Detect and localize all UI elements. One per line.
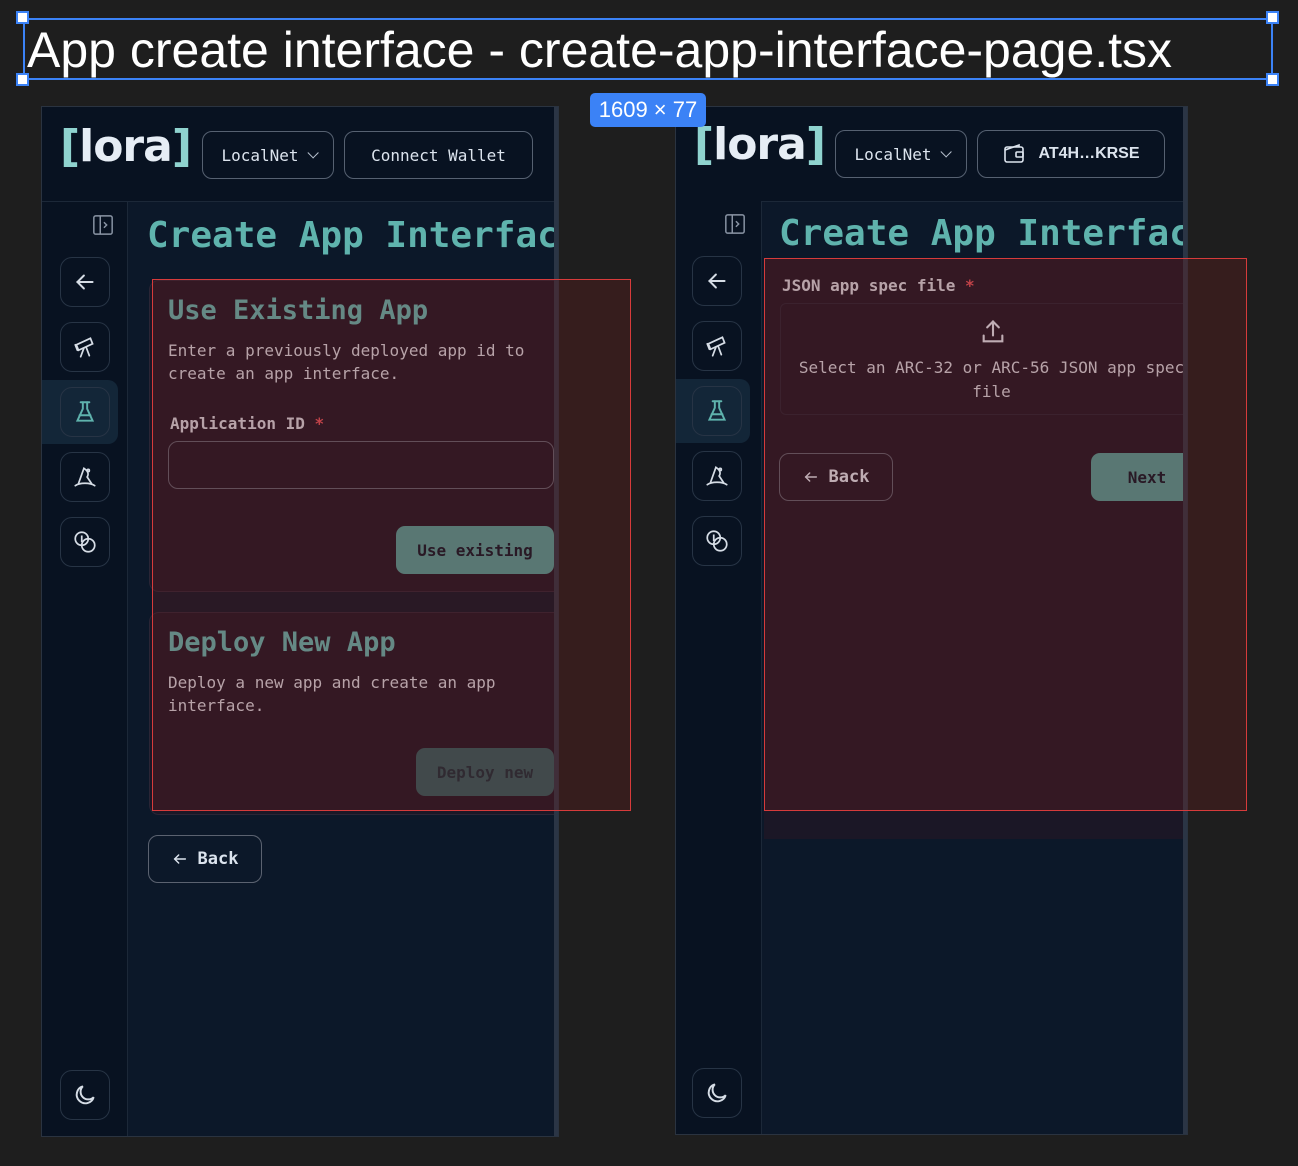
- panel-toggle-icon[interactable]: [724, 213, 746, 235]
- sidebar-item-txn-wizard[interactable]: [692, 451, 742, 501]
- selection-handle-bottom-right[interactable]: [1266, 73, 1279, 86]
- wallet-icon: [1004, 143, 1025, 163]
- header: [lora] LocalNet AT4H…KRSE: [676, 107, 1187, 202]
- coins-icon: [74, 531, 96, 553]
- connect-wallet-label: Connect Wallet: [371, 145, 506, 165]
- sidebar-item-explore[interactable]: [692, 321, 742, 371]
- size-badge: 1609 × 77: [590, 93, 706, 127]
- highlight-overlay-right: [764, 258, 1247, 811]
- back-label: Back: [197, 849, 239, 869]
- wizard-hat-icon: [74, 466, 96, 487]
- theme-toggle-button[interactable]: [60, 1070, 110, 1120]
- sidebar-item-fund[interactable]: [60, 517, 110, 567]
- connect-wallet-button[interactable]: Connect Wallet: [344, 131, 533, 179]
- lora-logo[interactable]: [lora]: [60, 121, 192, 172]
- network-label: LocalNet: [221, 145, 299, 165]
- lora-logo[interactable]: [lora]: [694, 119, 826, 170]
- telescope-icon: [706, 336, 726, 357]
- theme-toggle-button[interactable]: [692, 1068, 742, 1118]
- sidebar-item-txn-wizard[interactable]: [60, 452, 110, 502]
- panel-toggle-icon[interactable]: [92, 214, 114, 236]
- page-title: Create App Interface: [779, 213, 1188, 254]
- chevron-down-icon: [306, 147, 319, 159]
- selection-handle-top-left[interactable]: [16, 11, 29, 24]
- wallet-address: AT4H…KRSE: [1038, 145, 1140, 162]
- frame-title: App create interface - create-app-interf…: [23, 18, 1273, 80]
- page-title: Create App Interface: [147, 215, 559, 256]
- network-select[interactable]: LocalNet: [835, 130, 967, 178]
- wizard-hat-icon: [706, 465, 728, 486]
- sidebar-item-fund[interactable]: [692, 516, 742, 566]
- highlight-overlay-left: [152, 279, 631, 811]
- network-select[interactable]: LocalNet: [202, 131, 334, 179]
- back-arrow-icon: [76, 274, 94, 290]
- sidebar-item-app-lab[interactable]: [692, 386, 742, 436]
- sidebar: [676, 201, 762, 1134]
- chevron-down-icon: [939, 146, 952, 158]
- moon-icon: [707, 1083, 727, 1103]
- selection-handle-bottom-left[interactable]: [16, 73, 29, 86]
- arrow-left-icon: [173, 854, 186, 864]
- selection-handle-top-right[interactable]: [1266, 11, 1279, 24]
- back-nav-button[interactable]: [692, 256, 742, 306]
- header: [lora] LocalNet Connect Wallet: [42, 107, 558, 202]
- flask-icon: [707, 400, 727, 421]
- moon-icon: [75, 1085, 95, 1105]
- back-button[interactable]: Back: [148, 835, 262, 883]
- telescope-icon: [74, 337, 94, 358]
- sidebar: [42, 202, 128, 1136]
- wallet-button[interactable]: AT4H…KRSE: [977, 130, 1165, 178]
- coins-icon: [706, 530, 728, 552]
- back-nav-button[interactable]: [60, 257, 110, 307]
- sidebar-item-explore[interactable]: [60, 322, 110, 372]
- network-label: LocalNet: [854, 144, 932, 164]
- flask-icon: [75, 401, 95, 422]
- sidebar-item-app-lab[interactable]: [60, 387, 110, 437]
- back-arrow-icon: [708, 273, 726, 289]
